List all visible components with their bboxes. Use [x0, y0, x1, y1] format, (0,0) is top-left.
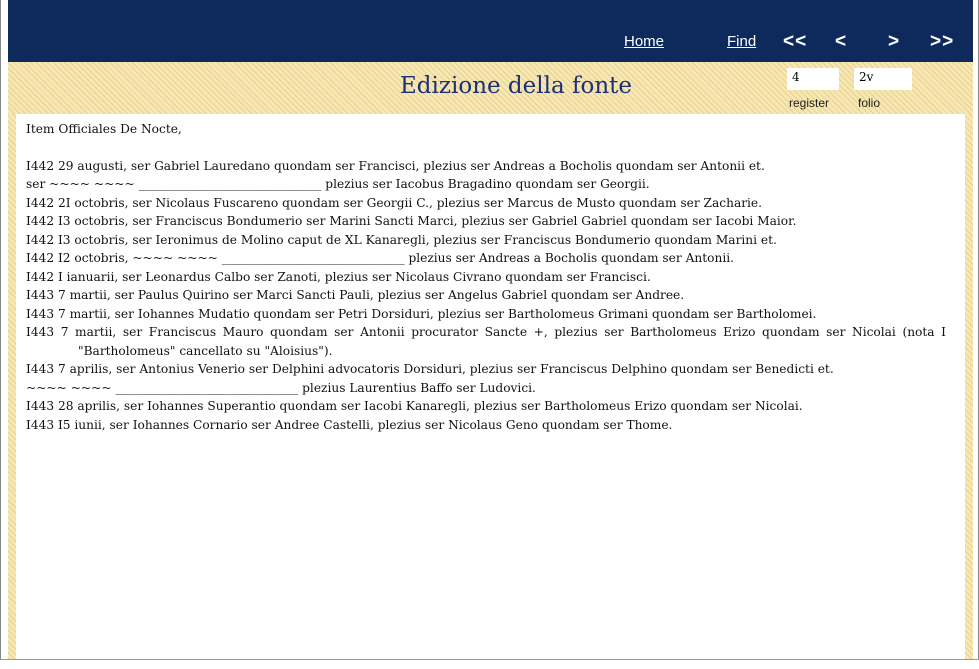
folio-input[interactable]: 2v: [854, 68, 912, 90]
document-entry: I443 I5 iunii, ser Iohannes Cornario ser…: [26, 417, 673, 432]
first-page-button[interactable]: <<: [783, 31, 807, 53]
next-page-button[interactable]: >: [888, 31, 900, 53]
left-border-stripe: [8, 114, 16, 659]
page-bottom-edge: [0, 659, 979, 669]
document-entry: I443 7 aprilis, ser Antonius Venerio ser…: [26, 362, 834, 376]
document-heading: Item Officiales De Nocte,: [26, 122, 182, 136]
document-entry: I443 7 martii, ser Franciscus Mauro quon…: [26, 325, 946, 358]
document-entry: I442 I ianuarii, ser Leonardus Calbo ser…: [26, 269, 651, 284]
register-label: register: [789, 96, 830, 110]
navigation-bar: Home Find << < > >>: [8, 0, 973, 62]
home-link[interactable]: Home: [624, 33, 664, 50]
document-entry: I443 7 martii, ser Iohannes Mudatio quon…: [26, 306, 817, 321]
page-title: Edizione della fonte: [400, 73, 633, 99]
document-entry: I442 I3 octobris, ser Franciscus Bondume…: [26, 214, 797, 228]
document-entry: I442 I3 octobris, ser Ieronimus de Molin…: [26, 232, 777, 247]
last-page-button[interactable]: >>: [930, 31, 954, 53]
document-text: Item Officiales De Nocte, I442 29 august…: [26, 120, 946, 434]
document-entry: I442 I2 octobris, ~~~~ ~~~~ ____________…: [26, 251, 734, 265]
document-entry: ser ~~~~ ~~~~ __________________________…: [26, 177, 650, 191]
document-entry: I442 2I octobris, ser Nicolaus Fuscareno…: [26, 195, 763, 210]
document-entry: I443 28 aprilis, ser Iohannes Superantio…: [26, 399, 803, 413]
find-link[interactable]: Find: [727, 33, 756, 50]
previous-page-button[interactable]: <: [835, 31, 847, 53]
register-input[interactable]: 4: [787, 68, 839, 90]
document-entry: ~~~~ ~~~~ ______________________________…: [26, 380, 536, 395]
right-border-stripe: [965, 114, 973, 659]
folio-label: folio: [858, 96, 881, 110]
document-entry: I442 29 augusti, ser Gabriel Lauredano q…: [26, 158, 765, 173]
document-entry: I443 7 martii, ser Paulus Quirino ser Ma…: [26, 288, 685, 302]
